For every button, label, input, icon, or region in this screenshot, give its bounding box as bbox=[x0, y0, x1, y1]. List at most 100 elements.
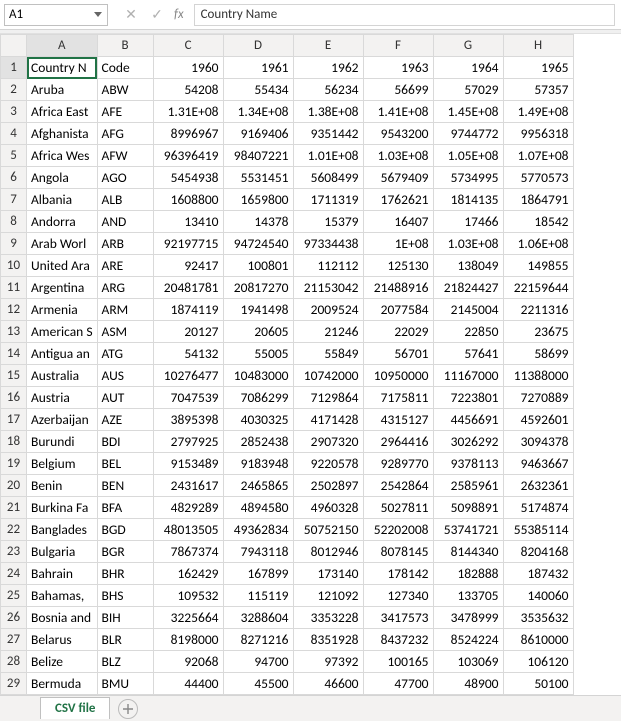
cell[interactable]: 1814135 bbox=[433, 189, 503, 211]
cell[interactable]: 3026292 bbox=[433, 431, 503, 453]
cell[interactable]: AUT bbox=[97, 387, 153, 409]
cell[interactable]: 9169406 bbox=[223, 123, 293, 145]
cell[interactable]: 1.45E+08 bbox=[433, 101, 503, 123]
col-header-A[interactable]: A bbox=[27, 35, 98, 57]
row-header[interactable]: 24 bbox=[1, 563, 27, 585]
cell[interactable]: 8437232 bbox=[363, 629, 433, 651]
cell[interactable]: Antigua an bbox=[27, 343, 98, 365]
cell[interactable]: 55434 bbox=[223, 79, 293, 101]
sheet-tab-active[interactable]: CSV file bbox=[40, 697, 110, 719]
cell[interactable]: 100801 bbox=[223, 255, 293, 277]
cell[interactable]: ASM bbox=[97, 321, 153, 343]
cell[interactable]: 1.49E+08 bbox=[503, 101, 573, 123]
row-header[interactable]: 5 bbox=[1, 145, 27, 167]
cell[interactable]: 7047539 bbox=[153, 387, 223, 409]
cell[interactable]: 98407221 bbox=[223, 145, 293, 167]
cell[interactable]: 5531451 bbox=[223, 167, 293, 189]
cell[interactable]: 10483000 bbox=[223, 365, 293, 387]
cell[interactable]: 55005 bbox=[223, 343, 293, 365]
cell[interactable]: 9378113 bbox=[433, 453, 503, 475]
cell[interactable]: 48013505 bbox=[153, 519, 223, 541]
cell[interactable]: 58699 bbox=[503, 343, 573, 365]
row-header[interactable]: 23 bbox=[1, 541, 27, 563]
cell[interactable]: 2009524 bbox=[293, 299, 363, 321]
cell[interactable]: 4315127 bbox=[363, 409, 433, 431]
cell[interactable]: 182888 bbox=[433, 563, 503, 585]
cell[interactable]: 16407 bbox=[363, 211, 433, 233]
cell[interactable]: Austria bbox=[27, 387, 98, 409]
row-header[interactable]: 2 bbox=[1, 79, 27, 101]
row-header[interactable]: 25 bbox=[1, 585, 27, 607]
fx-icon[interactable]: fx bbox=[174, 7, 184, 22]
row-header[interactable]: 15 bbox=[1, 365, 27, 387]
cell[interactable]: 50100 bbox=[503, 673, 573, 695]
cell[interactable]: Australia bbox=[27, 365, 98, 387]
cell[interactable]: 22850 bbox=[433, 321, 503, 343]
cell[interactable]: ARE bbox=[97, 255, 153, 277]
cell[interactable]: 100165 bbox=[363, 651, 433, 673]
cell[interactable]: American S bbox=[27, 321, 98, 343]
cell[interactable]: 112112 bbox=[293, 255, 363, 277]
select-all-corner[interactable] bbox=[1, 35, 27, 57]
cell[interactable]: 115119 bbox=[223, 585, 293, 607]
cell[interactable]: ARG bbox=[97, 277, 153, 299]
cell[interactable]: Africa East bbox=[27, 101, 98, 123]
cell[interactable]: 23675 bbox=[503, 321, 573, 343]
cell[interactable]: 56701 bbox=[363, 343, 433, 365]
spreadsheet[interactable]: A B C D E F G H 1Country NCode1960196119… bbox=[0, 34, 621, 695]
cell[interactable]: Argentina bbox=[27, 277, 98, 299]
cell[interactable]: 3353228 bbox=[293, 607, 363, 629]
cell[interactable]: 1.07E+08 bbox=[503, 145, 573, 167]
cell[interactable]: 5098891 bbox=[433, 497, 503, 519]
cell[interactable]: 103069 bbox=[433, 651, 503, 673]
cell[interactable]: 17466 bbox=[433, 211, 503, 233]
cell[interactable]: 138049 bbox=[433, 255, 503, 277]
cell[interactable]: 121092 bbox=[293, 585, 363, 607]
cell[interactable]: Belize bbox=[27, 651, 98, 673]
cell[interactable]: Bulgaria bbox=[27, 541, 98, 563]
row-header[interactable]: 13 bbox=[1, 321, 27, 343]
row-header[interactable]: 11 bbox=[1, 277, 27, 299]
cell[interactable]: 3535632 bbox=[503, 607, 573, 629]
cell[interactable]: AZE bbox=[97, 409, 153, 431]
cell[interactable]: 2465865 bbox=[223, 475, 293, 497]
row-header[interactable]: 28 bbox=[1, 651, 27, 673]
row-header[interactable]: 1 bbox=[1, 57, 27, 79]
cell[interactable]: 1E+08 bbox=[363, 233, 433, 255]
cell[interactable]: 22159644 bbox=[503, 277, 573, 299]
row-header[interactable]: 7 bbox=[1, 189, 27, 211]
cell[interactable]: 55385114 bbox=[503, 519, 573, 541]
cell[interactable]: 94700 bbox=[223, 651, 293, 673]
cell[interactable]: Bahrain bbox=[27, 563, 98, 585]
cell[interactable]: 54208 bbox=[153, 79, 223, 101]
cell[interactable]: Benin bbox=[27, 475, 98, 497]
name-box[interactable]: A1 bbox=[4, 4, 108, 26]
cell[interactable]: BLR bbox=[97, 629, 153, 651]
cell[interactable]: 7270889 bbox=[503, 387, 573, 409]
cell[interactable]: United Ara bbox=[27, 255, 98, 277]
cell[interactable]: 21153042 bbox=[293, 277, 363, 299]
col-header-B[interactable]: B bbox=[97, 35, 153, 57]
row-header[interactable]: 8 bbox=[1, 211, 27, 233]
cancel-icon[interactable]: ✕ bbox=[122, 6, 140, 23]
cell[interactable]: 92068 bbox=[153, 651, 223, 673]
cell[interactable]: ARM bbox=[97, 299, 153, 321]
row-header[interactable]: 22 bbox=[1, 519, 27, 541]
cell[interactable]: 3094378 bbox=[503, 431, 573, 453]
col-header-D[interactable]: D bbox=[223, 35, 293, 57]
cell[interactable]: 3225664 bbox=[153, 607, 223, 629]
cell[interactable]: 1.01E+08 bbox=[293, 145, 363, 167]
cell[interactable]: ARB bbox=[97, 233, 153, 255]
cell[interactable]: Bahamas, bbox=[27, 585, 98, 607]
cell[interactable]: 2542864 bbox=[363, 475, 433, 497]
cell[interactable]: AFW bbox=[97, 145, 153, 167]
col-header-G[interactable]: G bbox=[433, 35, 503, 57]
cell[interactable]: 5174874 bbox=[503, 497, 573, 519]
cell[interactable]: 1.06E+08 bbox=[503, 233, 573, 255]
cell[interactable]: 10276477 bbox=[153, 365, 223, 387]
row-header[interactable]: 3 bbox=[1, 101, 27, 123]
cell[interactable]: 7943118 bbox=[223, 541, 293, 563]
cell[interactable]: 173140 bbox=[293, 563, 363, 585]
cell[interactable]: 109532 bbox=[153, 585, 223, 607]
cell[interactable]: 187432 bbox=[503, 563, 573, 585]
